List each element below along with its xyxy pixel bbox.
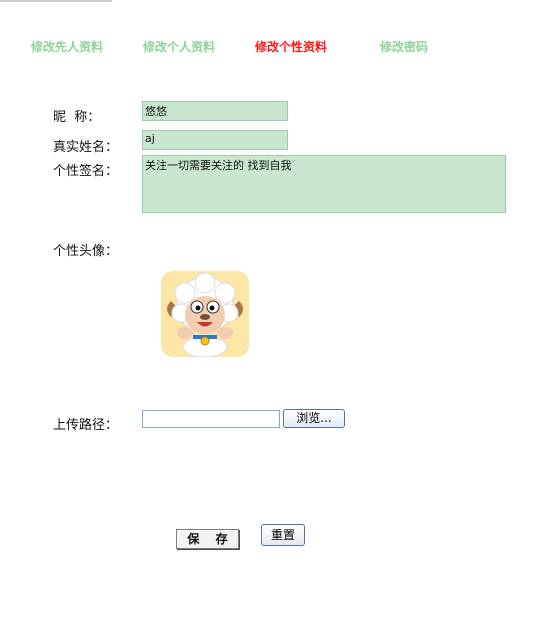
tab-edit-personal-profile[interactable]: 修改个人资料	[143, 38, 215, 55]
signature-textarea[interactable]: 关注一切需要关注的 找到自我	[142, 155, 506, 213]
upload-path-input[interactable]	[142, 410, 280, 428]
nickname-label: 昵 称：	[53, 110, 101, 125]
avatar-label: 个性头像：	[53, 244, 119, 259]
realname-label: 真实姓名：	[53, 140, 119, 155]
tab-change-password[interactable]: 修改密码	[380, 38, 428, 55]
avatar-image	[161, 271, 249, 358]
reset-button[interactable]: 重置	[261, 524, 305, 546]
nickname-field[interactable]: 悠悠	[142, 101, 288, 121]
realname-field[interactable]: aj	[142, 130, 288, 150]
tab-edit-personality-profile[interactable]: 修改个性资料	[255, 38, 327, 55]
signature-label: 个性签名：	[53, 164, 119, 179]
sheep-avatar-icon	[161, 271, 249, 358]
tab-edit-ancestor-profile[interactable]: 修改先人资料	[31, 38, 103, 55]
browse-button[interactable]: 浏览...	[283, 409, 345, 428]
save-button[interactable]: 保 存	[176, 529, 239, 549]
top-divider	[0, 0, 112, 2]
upload-path-label: 上传路径：	[53, 418, 119, 433]
